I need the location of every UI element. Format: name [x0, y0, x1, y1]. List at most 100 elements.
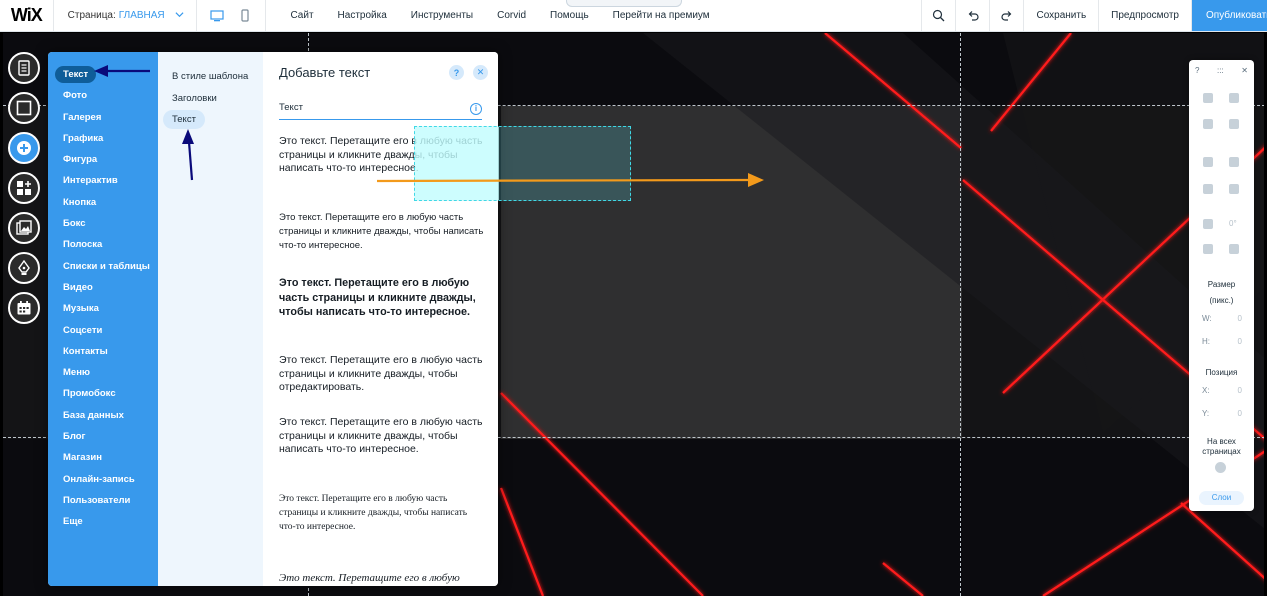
category-box[interactable]: Бокс — [48, 213, 158, 234]
category-button[interactable]: Кнопка — [48, 192, 158, 213]
category-members[interactable]: Пользователи — [48, 490, 158, 511]
info-icon[interactable]: i — [470, 103, 482, 115]
tools-close-icon[interactable]: ✕ — [1241, 66, 1248, 75]
y-input[interactable]: 0 — [1238, 409, 1242, 418]
device-switcher — [197, 0, 267, 31]
category-gallery[interactable]: Галерея — [48, 107, 158, 128]
panel-title: Добавьте текст — [279, 65, 371, 80]
match-size-icon[interactable] — [1229, 184, 1239, 194]
search-icon[interactable] — [921, 0, 955, 31]
pages-menu-icon[interactable] — [8, 52, 40, 84]
category-music[interactable]: Музыка — [48, 298, 158, 319]
background-icon[interactable] — [8, 92, 40, 124]
add-apps-icon[interactable] — [8, 172, 40, 204]
chevron-down-icon — [175, 12, 184, 18]
height-row: H: 0 — [1202, 337, 1242, 346]
topbar-pull-tab[interactable] — [566, 0, 682, 7]
add-elements-icon[interactable] — [8, 132, 40, 164]
width-input[interactable]: 0 — [1238, 314, 1242, 323]
rotate-icon[interactable] — [1203, 219, 1213, 229]
category-graphics[interactable]: Графика — [48, 128, 158, 149]
desktop-icon[interactable] — [210, 9, 224, 23]
width-row: W: 0 — [1202, 314, 1242, 323]
subcategory-titles[interactable]: Заголовки — [158, 88, 263, 110]
category-menu[interactable]: Меню — [48, 362, 158, 383]
category-promobox[interactable]: Промобокс — [48, 383, 158, 404]
close-icon[interactable]: ✕ — [473, 65, 488, 80]
arrange-icon[interactable] — [1203, 157, 1213, 167]
text-preset-6[interactable]: Это текст. Перетащите его в любую часть … — [279, 492, 484, 534]
publish-button[interactable]: Опубликовать — [1191, 0, 1267, 31]
page-selector-label: Страница: — [67, 10, 116, 21]
text-preset-3[interactable]: Это текст. Перетащите его в любую часть … — [279, 276, 484, 320]
category-bookings[interactable]: Онлайн-запись — [48, 469, 158, 490]
category-video[interactable]: Видео — [48, 277, 158, 298]
tools-help-icon[interactable]: ? — [1195, 66, 1199, 75]
x-label: X: — [1202, 386, 1210, 395]
redo-icon[interactable] — [989, 0, 1023, 31]
category-blog[interactable]: Блог — [48, 426, 158, 447]
category-database[interactable]: База данных — [48, 405, 158, 426]
menu-item-tools[interactable]: Инструменты — [399, 10, 485, 21]
section-title: Текст — [279, 102, 303, 113]
category-text[interactable]: Текст — [48, 64, 158, 85]
text-preset-7[interactable]: Это текст. Перетащите его в любую — [279, 571, 484, 585]
y-row: Y: 0 — [1202, 409, 1242, 418]
category-interactive[interactable]: Интерактив — [48, 170, 158, 191]
category-shape[interactable]: Фигура — [48, 149, 158, 170]
undo-icon[interactable] — [955, 0, 989, 31]
menu-item-upgrade[interactable]: Перейти на премиум — [601, 10, 722, 21]
menu-item-settings[interactable]: Настройка — [326, 10, 399, 21]
delete-icon[interactable] — [1229, 119, 1239, 129]
category-contacts[interactable]: Контакты — [48, 341, 158, 362]
duplicate-icon[interactable] — [1203, 119, 1213, 129]
x-input[interactable]: 0 — [1238, 386, 1242, 395]
tools-header: ? ::: ✕ — [1189, 60, 1254, 80]
page-selector[interactable]: Страница: ГЛАВНАЯ — [54, 0, 197, 31]
height-input[interactable]: 0 — [1238, 337, 1242, 346]
paste-icon[interactable] — [1229, 93, 1239, 103]
height-label: H: — [1202, 337, 1210, 346]
subcategory-themed[interactable]: В стиле шаблона — [158, 66, 263, 88]
category-lists-tables[interactable]: Списки и таблицы — [48, 256, 158, 277]
layers-button[interactable]: Слои — [1199, 491, 1244, 505]
category-strip[interactable]: Полоска — [48, 234, 158, 255]
menu-item-site[interactable]: Сайт — [278, 10, 325, 21]
position-label: Позиция — [1205, 368, 1238, 377]
flip-vertical-icon[interactable] — [1229, 244, 1239, 254]
preview-button[interactable]: Предпросмотр — [1098, 0, 1191, 31]
distribute-icon[interactable] — [1203, 184, 1213, 194]
text-preset-2[interactable]: Это текст. Перетащите его в любую часть … — [279, 211, 484, 253]
align-icon[interactable] — [1229, 157, 1239, 167]
page-selector-value: ГЛАВНАЯ — [118, 10, 165, 21]
size-label: Размер — [1207, 280, 1236, 289]
left-toolbar — [8, 52, 42, 332]
subcategory-label: Текст — [163, 110, 205, 129]
drag-handle-icon[interactable]: ::: — [1217, 66, 1224, 75]
show-on-all-pages-toggle[interactable] — [1215, 462, 1226, 473]
subcategory-paragraph[interactable]: Текст — [158, 109, 263, 131]
category-social[interactable]: Соцсети — [48, 320, 158, 341]
copy-icon[interactable] — [1203, 93, 1213, 103]
menu-item-help[interactable]: Помощь — [538, 10, 601, 21]
bookings-calendar-icon[interactable] — [8, 292, 40, 324]
category-more[interactable]: Еще — [48, 511, 158, 532]
save-button[interactable]: Сохранить — [1023, 0, 1098, 31]
rotation-value[interactable]: 0° — [1229, 219, 1237, 228]
category-store[interactable]: Магазин — [48, 447, 158, 468]
x-row: X: 0 — [1202, 386, 1242, 395]
category-label: Текст — [55, 66, 97, 83]
text-preset-5[interactable]: Это текст. Перетащите его в любую часть … — [279, 416, 484, 457]
help-icon[interactable]: ? — [449, 65, 464, 80]
wix-logo[interactable]: WiX — [0, 0, 54, 31]
media-icon[interactable] — [8, 212, 40, 244]
mobile-icon[interactable] — [238, 9, 252, 23]
text-preset-4[interactable]: Это текст. Перетащите его в любую часть … — [279, 354, 484, 395]
blog-pen-icon[interactable] — [8, 252, 40, 284]
category-photo[interactable]: Фото — [48, 85, 158, 106]
editor-topbar: WiX Страница: ГЛАВНАЯ Сайт Настройка Инс… — [0, 0, 1267, 32]
menu-item-corvid[interactable]: Corvid — [485, 10, 538, 21]
y-label: Y: — [1202, 409, 1210, 418]
flip-horizontal-icon[interactable] — [1203, 244, 1213, 254]
topbar-actions: Сохранить Предпросмотр Опубликовать — [921, 0, 1267, 31]
